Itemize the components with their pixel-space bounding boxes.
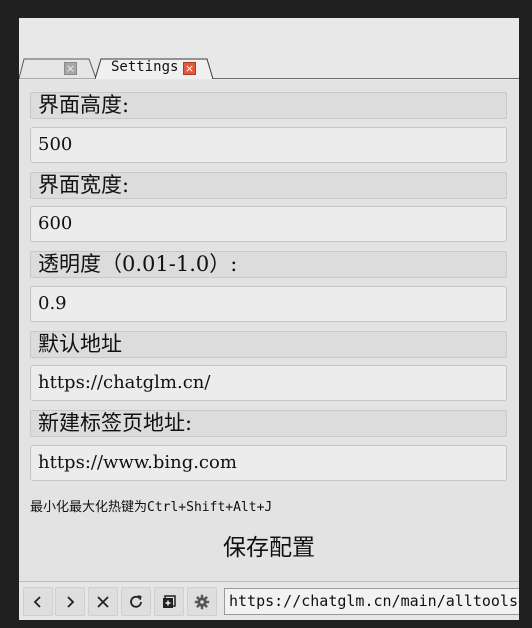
new-tab-icon bbox=[163, 594, 176, 608]
settings-window: × Settings × 界面高度: 500 界面宽度: 600 透明度（0.0… bbox=[19, 18, 519, 620]
width-label: 界面宽度: bbox=[30, 172, 507, 199]
tab-settings[interactable]: Settings × bbox=[95, 58, 219, 79]
new-tab-button[interactable] bbox=[154, 587, 184, 616]
height-input[interactable]: 500 bbox=[30, 127, 507, 163]
url-bar[interactable]: https://chatglm.cn/main/alltoolsdeta bbox=[224, 588, 519, 615]
tab-label: Settings bbox=[111, 59, 179, 75]
hotkey-hint: 最小化最大化热键为Ctrl+Shift+Alt+J bbox=[30, 500, 273, 515]
stop-button[interactable] bbox=[88, 587, 118, 616]
width-input[interactable]: 600 bbox=[30, 206, 507, 242]
settings-button[interactable] bbox=[187, 587, 217, 616]
refresh-icon bbox=[130, 594, 142, 608]
tab-blank[interactable]: × bbox=[19, 58, 99, 79]
opacity-input[interactable]: 0.9 bbox=[30, 286, 507, 322]
gear-icon bbox=[194, 594, 210, 609]
tab-shape bbox=[19, 58, 97, 79]
default-url-input[interactable]: https://chatglm.cn/ bbox=[30, 365, 507, 401]
new-tab-url-label: 新建标签页地址: bbox=[30, 410, 507, 437]
chevron-left-icon bbox=[33, 595, 41, 608]
new-tab-url-input[interactable]: https://www.bing.com bbox=[30, 445, 507, 481]
close-icon bbox=[97, 595, 109, 608]
back-button[interactable] bbox=[23, 587, 53, 616]
height-label: 界面高度: bbox=[30, 92, 507, 119]
save-config-button[interactable]: 保存配置 bbox=[199, 530, 339, 566]
close-icon[interactable]: × bbox=[64, 62, 77, 75]
tab-strip: × Settings × bbox=[19, 18, 519, 80]
bottom-toolbar: https://chatglm.cn/main/alltoolsdeta bbox=[19, 581, 519, 620]
refresh-button[interactable] bbox=[121, 587, 151, 616]
opacity-label: 透明度（0.01-1.0）: bbox=[30, 251, 507, 278]
forward-button[interactable] bbox=[55, 587, 85, 616]
default-url-label: 默认地址 bbox=[30, 331, 507, 358]
close-icon[interactable]: × bbox=[183, 62, 196, 75]
chevron-right-icon bbox=[67, 595, 75, 608]
